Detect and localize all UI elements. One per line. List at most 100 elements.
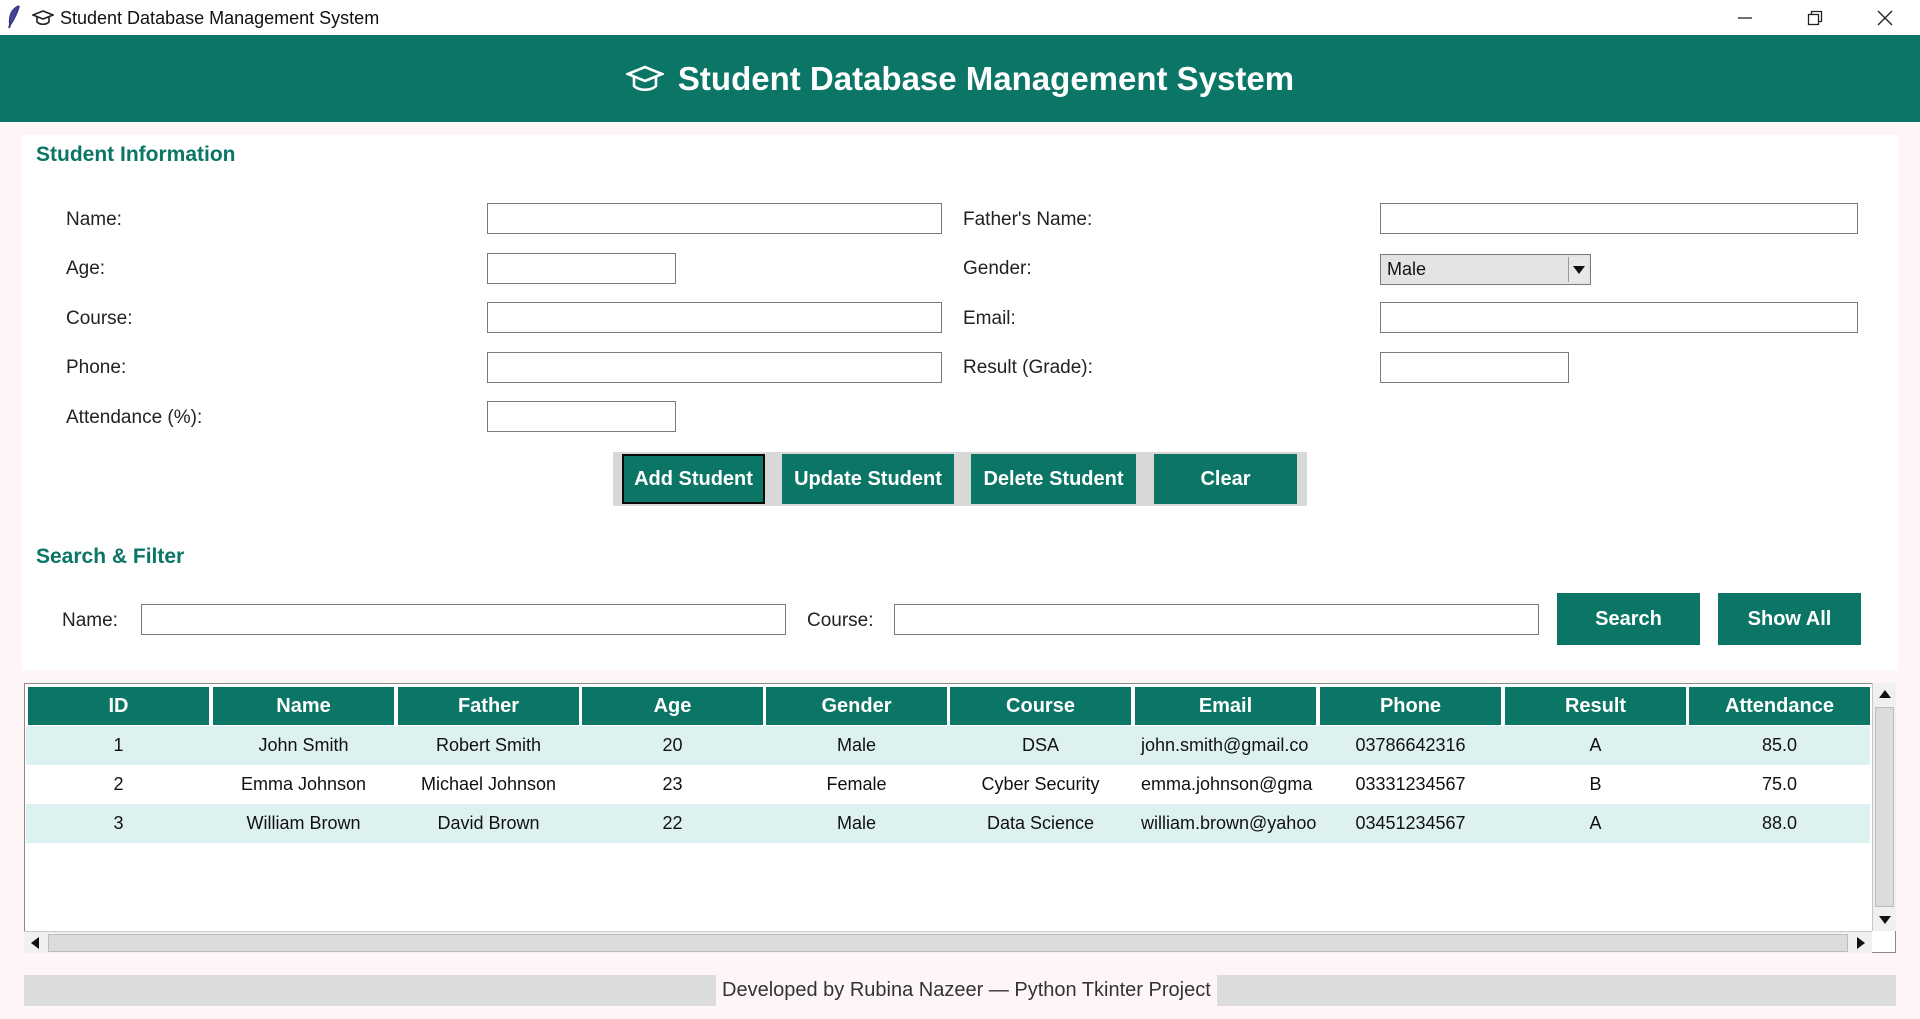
cell-gender: Male xyxy=(836,813,876,833)
cell-email: john.smith@gmail.co xyxy=(1141,735,1309,755)
cell-father: Michael Johnson xyxy=(420,774,557,794)
cell-id: 2 xyxy=(113,774,124,794)
cell-name: Emma Johnson xyxy=(240,774,367,794)
close-button[interactable] xyxy=(1850,0,1920,35)
horizontal-scrollbar[interactable] xyxy=(24,931,1872,953)
table-row[interactable]: 2 Emma Johnson Michael Johnson 23 Female Cybe… xyxy=(26,765,1870,804)
cell-result: A xyxy=(1589,813,1602,833)
scroll-right-button[interactable] xyxy=(1850,932,1872,954)
age-label: Age: xyxy=(66,258,106,279)
cell-id: 3 xyxy=(113,813,124,833)
vertical-scrollbar[interactable] xyxy=(1872,683,1896,931)
vertical-scroll-thumb[interactable] xyxy=(1875,707,1894,907)
show-all-button[interactable]: Show All xyxy=(1718,593,1861,645)
horizontal-scroll-thumb[interactable] xyxy=(48,934,1848,952)
column-header-phone[interactable]: Phone xyxy=(1320,687,1501,725)
cell-email: emma.johnson@gma xyxy=(1141,774,1313,794)
cell-age: 22 xyxy=(662,813,683,833)
cell-course: Data Science xyxy=(986,813,1095,833)
scroll-down-button[interactable] xyxy=(1873,909,1896,931)
phone-input[interactable] xyxy=(487,352,942,383)
scroll-up-button[interactable] xyxy=(1873,683,1896,705)
cell-gender: Female xyxy=(826,774,887,794)
window-title: Student Database Management System xyxy=(60,8,380,28)
search-name-label: Name: xyxy=(62,610,118,631)
column-header-age[interactable]: Age xyxy=(582,687,763,725)
cell-age: 23 xyxy=(662,774,683,794)
course-label: Course: xyxy=(66,308,133,329)
column-header-attendance[interactable]: Attendance xyxy=(1689,687,1870,725)
graduation-cap-icon xyxy=(625,65,664,91)
table-row[interactable]: 1 John Smith Robert Smith 20 Male DSA john.smi… xyxy=(26,726,1870,765)
close-icon xyxy=(1877,10,1893,25)
app-title: Student Database Management System xyxy=(677,59,1295,97)
email-label: Email: xyxy=(963,308,1016,329)
student-info-title: Student Information xyxy=(36,143,236,166)
cell-course: Cyber Security xyxy=(981,774,1100,794)
name-label: Name: xyxy=(66,209,122,230)
name-input[interactable] xyxy=(487,203,942,234)
column-header-id[interactable]: ID xyxy=(28,687,209,725)
column-header-gender[interactable]: Gender xyxy=(766,687,947,725)
cell-father: David Brown xyxy=(437,813,540,833)
update-student-button[interactable]: Update Student xyxy=(782,454,954,504)
footer-credit: Developed by Rubina Nazeer — Python Tkin… xyxy=(716,975,1217,1006)
column-header-name[interactable]: Name xyxy=(213,687,394,725)
age-input[interactable] xyxy=(487,253,676,284)
table-row[interactable]: 3 William Brown David Brown 22 Male Data Scie… xyxy=(26,804,1870,843)
cell-course: DSA xyxy=(1021,735,1059,755)
scroll-left-button[interactable] xyxy=(24,932,46,954)
column-header-course[interactable]: Course xyxy=(950,687,1131,725)
attendance-input[interactable] xyxy=(487,401,676,432)
cell-phone: 03786642316 xyxy=(1355,735,1466,755)
result-label: Result (Grade): xyxy=(963,357,1093,378)
father-name-input[interactable] xyxy=(1380,203,1858,234)
cell-result: A xyxy=(1589,735,1602,755)
restore-icon xyxy=(1807,10,1823,25)
arrow-right-icon xyxy=(1857,937,1865,949)
result-input[interactable] xyxy=(1380,352,1569,383)
window-titlebar: Student Database Management System xyxy=(0,0,1920,35)
gender-value: Male xyxy=(1387,259,1427,279)
search-name-input[interactable] xyxy=(141,604,786,635)
email-input[interactable] xyxy=(1380,302,1858,333)
cell-phone: 03451234567 xyxy=(1355,813,1466,833)
minimize-icon xyxy=(1738,16,1752,19)
cell-attendance: 88.0 xyxy=(1761,813,1798,833)
graduation-cap-icon xyxy=(32,10,54,26)
arrow-down-icon xyxy=(1878,916,1891,924)
add-student-button[interactable]: Add Student xyxy=(622,454,765,504)
restore-button[interactable] xyxy=(1780,0,1850,35)
cell-id: 1 xyxy=(113,735,124,755)
cell-name: William Brown xyxy=(246,813,361,833)
feather-icon xyxy=(8,5,20,29)
father-name-label: Father's Name: xyxy=(963,209,1093,230)
search-course-input[interactable] xyxy=(894,604,1539,635)
cell-phone: 03331234567 xyxy=(1355,774,1466,794)
dropdown-button[interactable] xyxy=(1568,257,1588,282)
cell-name: John Smith xyxy=(258,735,349,755)
column-header-father[interactable]: Father xyxy=(398,687,579,725)
search-course-label: Course: xyxy=(807,610,874,631)
column-header-email[interactable]: Email xyxy=(1135,687,1316,725)
cell-gender: Male xyxy=(836,735,876,755)
gender-label: Gender: xyxy=(963,258,1032,279)
cell-age: 20 xyxy=(662,735,683,755)
arrow-left-icon xyxy=(31,937,39,949)
minimize-button[interactable] xyxy=(1710,0,1780,35)
phone-label: Phone: xyxy=(66,357,127,378)
search-button[interactable]: Search xyxy=(1557,593,1700,645)
gender-select[interactable]: Male xyxy=(1380,254,1591,285)
cell-attendance: 85.0 xyxy=(1761,735,1798,755)
cell-attendance: 75.0 xyxy=(1761,774,1798,794)
chevron-down-icon xyxy=(1572,265,1585,274)
clear-button[interactable]: Clear xyxy=(1154,454,1297,504)
course-input[interactable] xyxy=(487,302,942,333)
search-filter-title: Search & Filter xyxy=(36,545,185,568)
arrow-up-icon xyxy=(1878,690,1891,698)
cell-email: william.brown@yahoo xyxy=(1141,813,1316,833)
attendance-label: Attendance (%): xyxy=(66,407,203,428)
column-header-result[interactable]: Result xyxy=(1505,687,1686,725)
cell-result: B xyxy=(1589,774,1602,794)
delete-student-button[interactable]: Delete Student xyxy=(971,454,1136,504)
